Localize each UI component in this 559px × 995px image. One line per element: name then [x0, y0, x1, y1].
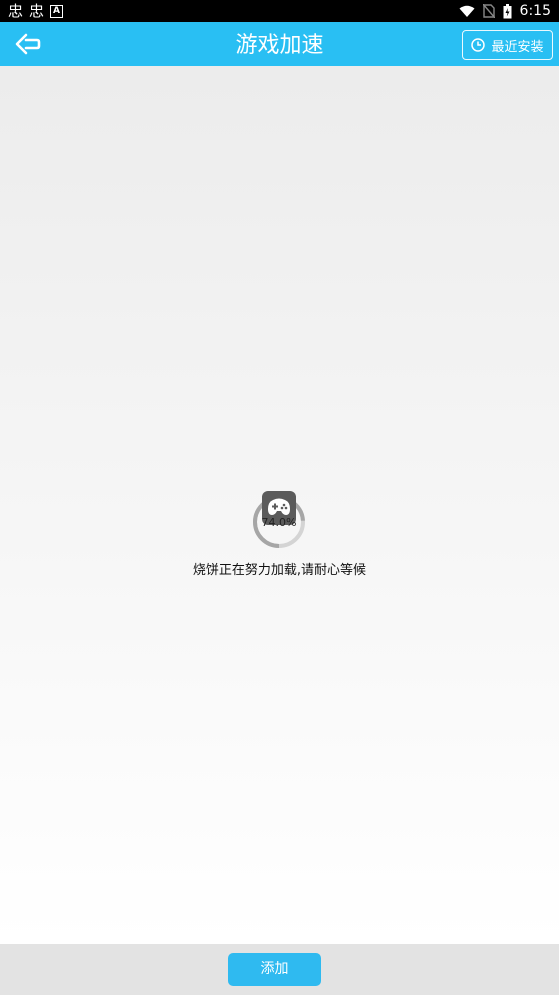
- recent-installs-button[interactable]: 最近安装: [462, 30, 553, 60]
- loading-indicator: 74.0%: [251, 491, 307, 550]
- app-header: 游戏加速 最近安装: [0, 22, 559, 66]
- wifi-icon: [459, 5, 475, 17]
- font-a-icon: A: [50, 4, 64, 18]
- progress-percent: 74.0%: [261, 516, 297, 529]
- battery-icon: [503, 3, 512, 18]
- status-bar-left: 忠 忠 A: [8, 0, 64, 22]
- loading-message: 烧饼正在努力加载,请耐心等候: [192, 563, 367, 578]
- no-sim-icon: [482, 4, 495, 18]
- back-arrow-icon: [15, 33, 41, 55]
- bottom-bar: 添加: [0, 944, 559, 995]
- bug-icon: 忠: [29, 2, 45, 20]
- bug-icon: 忠: [8, 2, 24, 20]
- status-bar-right: 6:15: [459, 3, 551, 19]
- add-button[interactable]: 添加: [228, 953, 321, 986]
- status-bar: 忠 忠 A 6:15: [0, 0, 559, 22]
- clock-icon: [471, 38, 486, 52]
- back-button[interactable]: [12, 30, 44, 58]
- status-time: 6:15: [519, 3, 551, 19]
- recent-installs-label: 最近安装: [491, 39, 544, 55]
